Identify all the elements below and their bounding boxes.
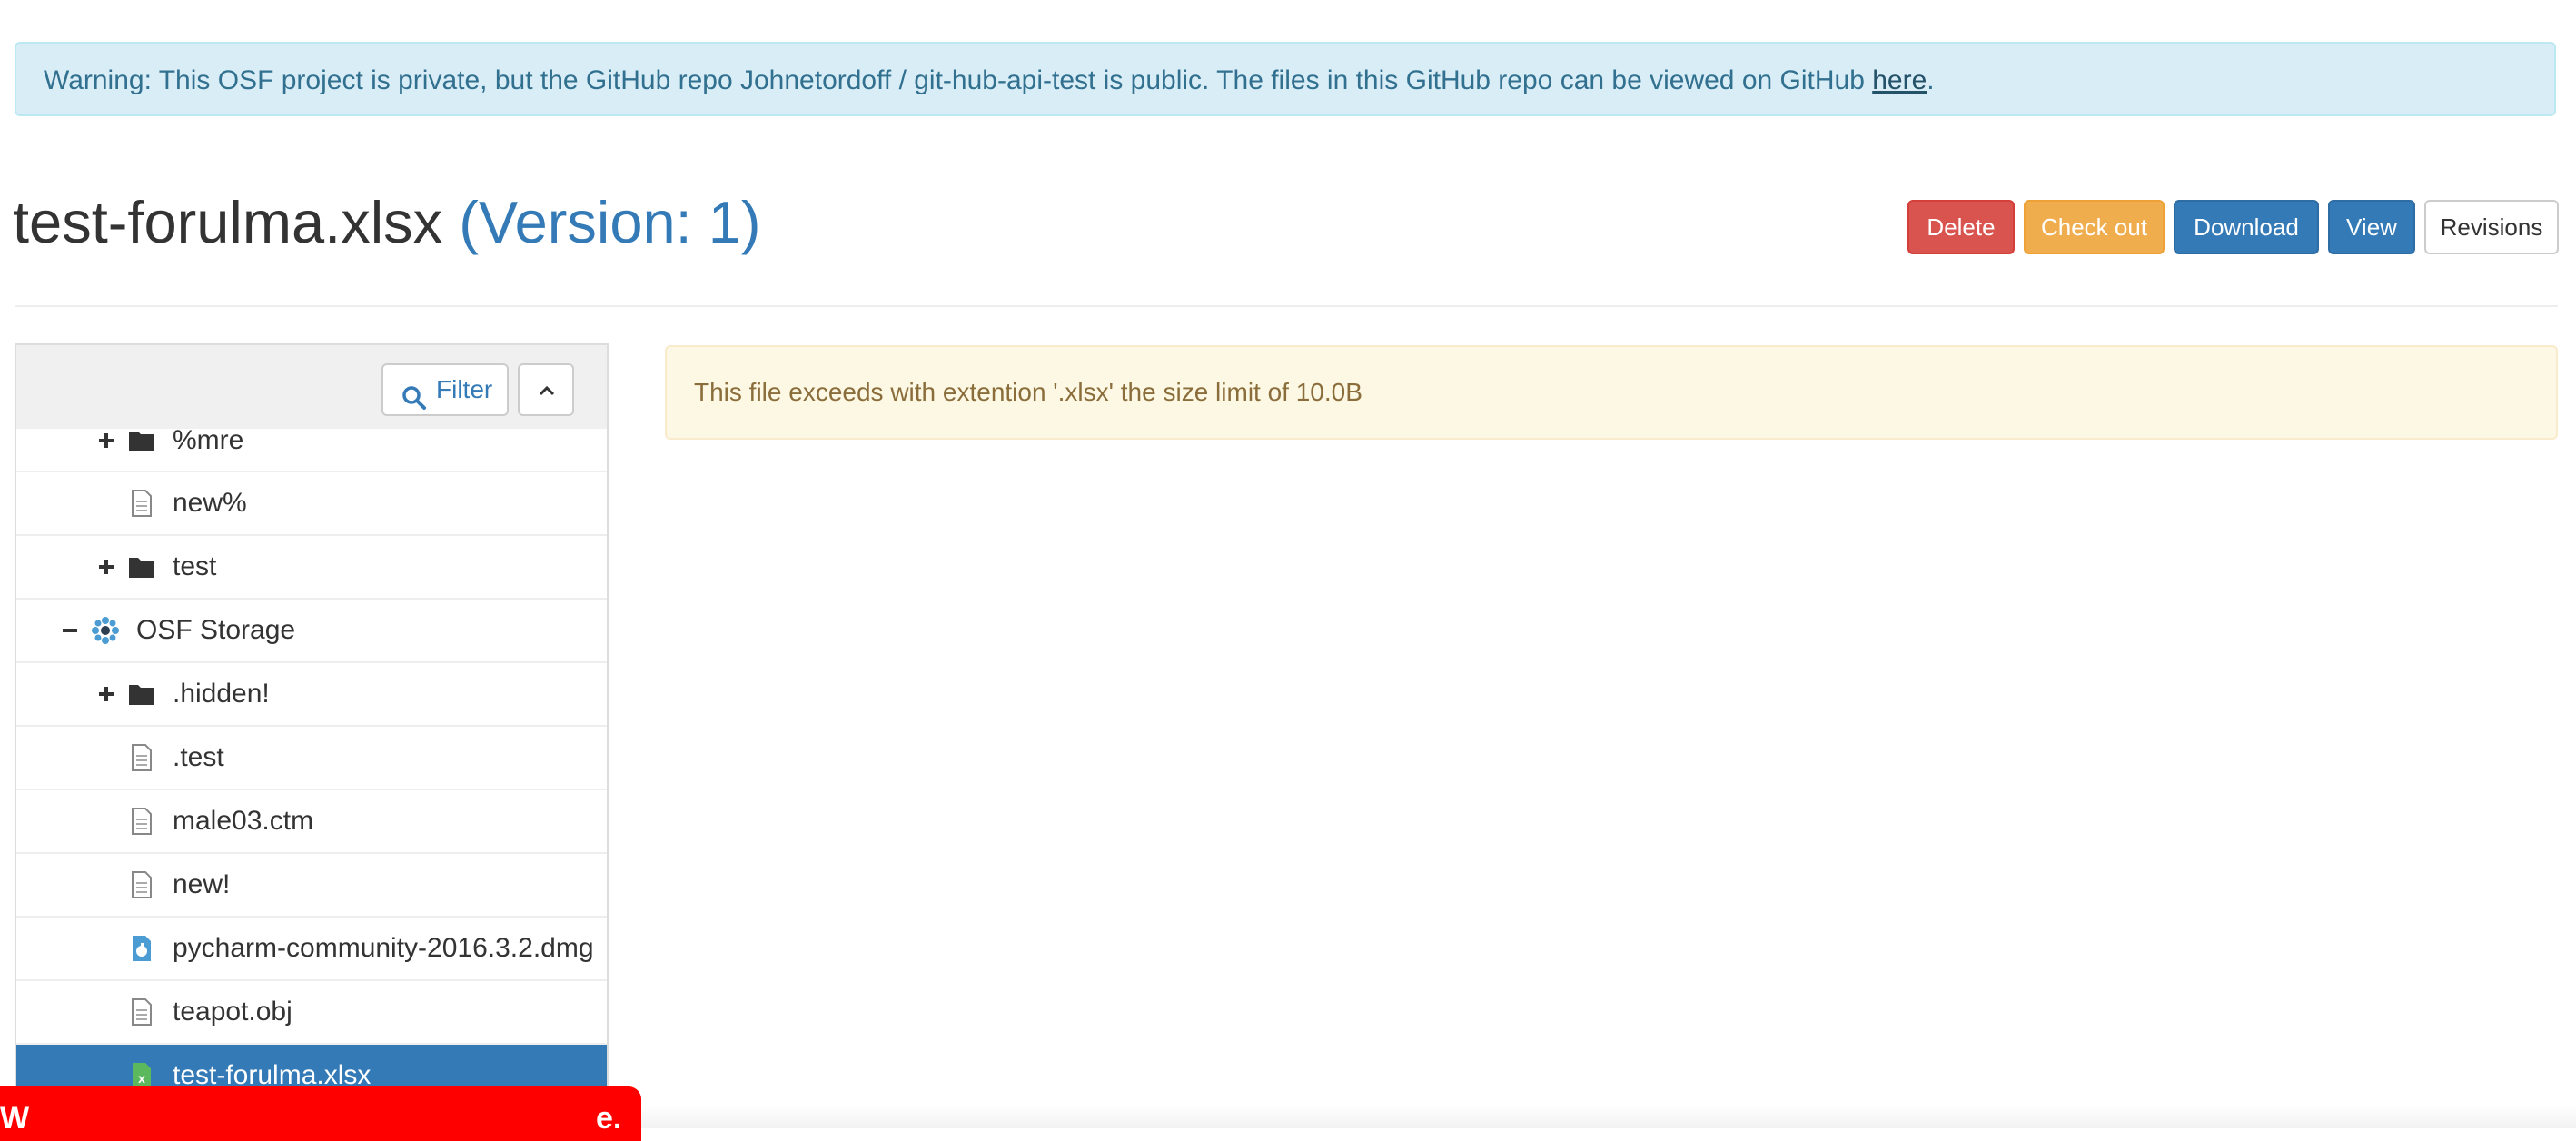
search-icon xyxy=(401,378,427,410)
tree-row-file[interactable]: pycharm-community-2016.3.2.dmg xyxy=(16,918,607,981)
check-out-button[interactable]: Check out xyxy=(2024,200,2165,254)
tree-row-file[interactable]: .test xyxy=(16,727,607,790)
tree-row-file[interactable]: male03.ctm xyxy=(16,790,607,854)
file-size-alert: This file exceeds with extention '.xlsx'… xyxy=(665,345,2558,440)
expand-icon[interactable] xyxy=(98,663,116,725)
filter-button[interactable]: Filter xyxy=(381,363,509,416)
tree-item-label: .hidden! xyxy=(173,679,270,709)
tree-item-label: teapot.obj xyxy=(173,997,292,1027)
file-tree-panel: Filter %mre new% test OSF Storage .hidde… xyxy=(15,343,609,1128)
folder-icon xyxy=(127,552,156,581)
tree-item-label: %mre xyxy=(173,425,244,455)
tree-item-label: test xyxy=(173,551,217,581)
toast-text-right: e. xyxy=(596,1101,622,1136)
file-version: (Version: 1) xyxy=(459,189,761,255)
filter-label: Filter xyxy=(436,375,493,403)
file-icon xyxy=(127,489,156,518)
apple-file-icon xyxy=(127,934,156,963)
tree-item-label: OSF Storage xyxy=(136,615,296,645)
github-public-warning: Warning: This OSF project is private, bu… xyxy=(15,42,2556,116)
red-toast-banner[interactable]: W e. xyxy=(0,1086,641,1141)
delete-button[interactable]: Delete xyxy=(1907,200,2015,254)
tree-row-hidden-folder[interactable]: .hidden! xyxy=(16,663,607,727)
expand-icon[interactable] xyxy=(98,429,116,471)
folder-icon xyxy=(127,680,156,709)
tree-item-label: .test xyxy=(173,742,224,772)
warning-end: . xyxy=(1927,65,1935,95)
folder-icon xyxy=(127,426,156,455)
file-icon xyxy=(127,870,156,899)
tree-item-label: new% xyxy=(173,488,247,518)
expand-icon[interactable] xyxy=(98,536,116,598)
file-tree-toolbar: Filter xyxy=(16,345,607,429)
warning-text: Warning: This OSF project is private, bu… xyxy=(44,65,1873,95)
file-icon xyxy=(127,743,156,772)
file-icon xyxy=(127,807,156,836)
file-name: test-forulma.xlsx xyxy=(13,189,443,255)
download-button[interactable]: Download xyxy=(2174,200,2319,254)
tree-item-label: pycharm-community-2016.3.2.dmg xyxy=(173,933,594,963)
tree-row-mre-folder[interactable]: %mre xyxy=(16,425,607,472)
github-here-link[interactable]: here xyxy=(1872,65,1927,95)
osf-storage-icon xyxy=(91,616,120,645)
collapse-icon[interactable] xyxy=(62,600,80,661)
file-tree: %mre new% test OSF Storage .hidden! .tes… xyxy=(16,425,607,1108)
svg-text:x: x xyxy=(138,1071,145,1086)
header-divider xyxy=(15,305,2558,307)
tree-row-test-folder[interactable]: test xyxy=(16,536,607,600)
collapse-tree-button[interactable] xyxy=(518,363,574,416)
file-icon xyxy=(127,997,156,1027)
tree-row-file[interactable]: new% xyxy=(16,472,607,536)
revisions-button[interactable]: Revisions xyxy=(2424,200,2559,254)
tree-item-label: new! xyxy=(173,869,231,899)
tree-row-file[interactable]: teapot.obj xyxy=(16,981,607,1045)
tree-row-osf-storage[interactable]: OSF Storage xyxy=(16,600,607,663)
bottom-shade xyxy=(641,1105,2576,1128)
tree-item-label: male03.ctm xyxy=(173,806,314,836)
tree-row-file[interactable]: new! xyxy=(16,854,607,918)
chevron-up-icon xyxy=(539,385,555,396)
toast-text-left: W xyxy=(0,1101,30,1136)
view-button[interactable]: View xyxy=(2328,200,2415,254)
file-title: test-forulma.xlsx (Version: 1) xyxy=(13,187,761,258)
